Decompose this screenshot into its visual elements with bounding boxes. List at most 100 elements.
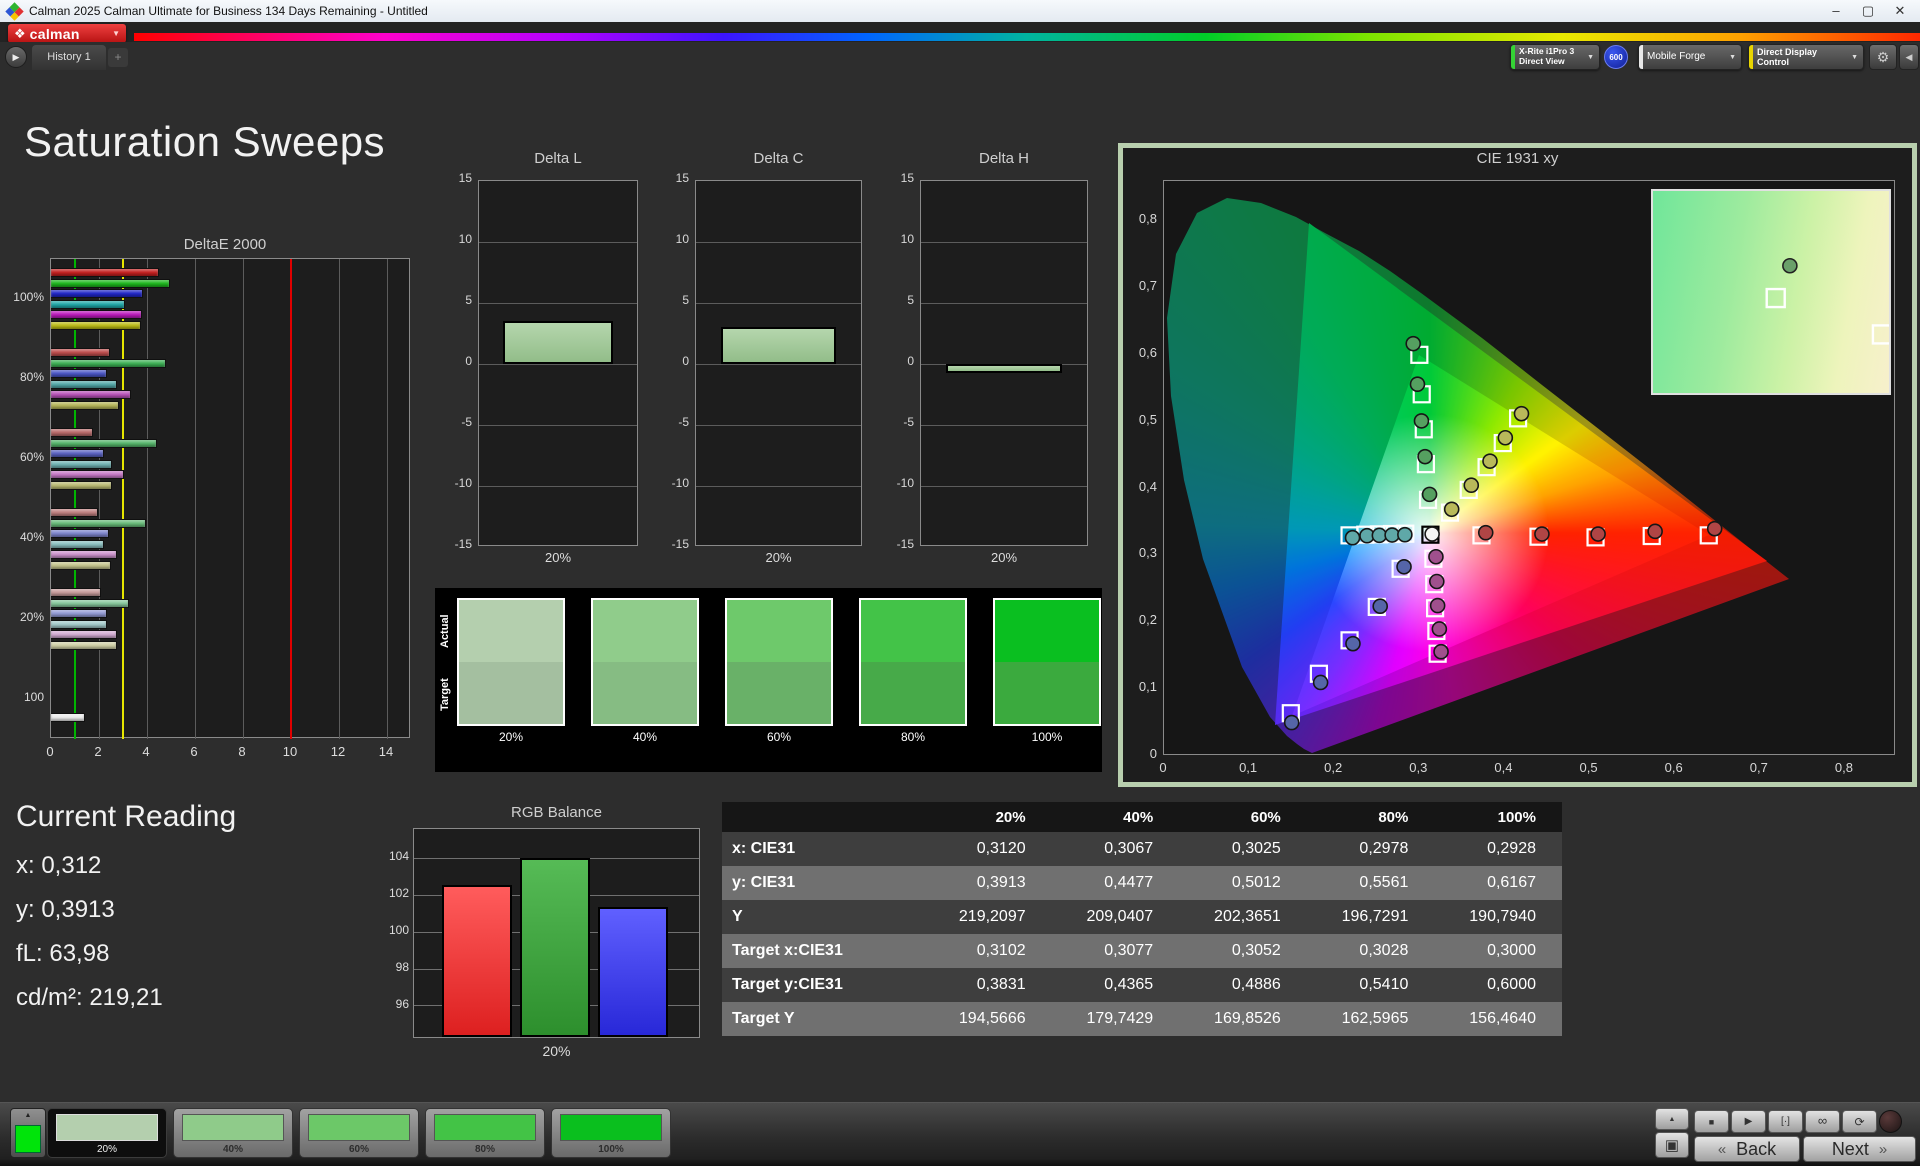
swatch-target bbox=[459, 662, 563, 724]
calman-menu-button[interactable]: ❖ calman ▼ bbox=[8, 24, 126, 43]
pattern-thumbnail-60%[interactable]: 60% bbox=[299, 1108, 419, 1158]
display-control-label: Direct Display Control bbox=[1757, 46, 1818, 67]
table-row: Y 219,2097 209,0407 202,3651 196,7291 190,794… bbox=[722, 900, 1562, 934]
stop-button[interactable]: ■ bbox=[1694, 1110, 1729, 1133]
cie-measured-point bbox=[1482, 453, 1498, 469]
cie-y-tick: 0,7 bbox=[1138, 277, 1157, 293]
play-button[interactable]: ▶ bbox=[1731, 1110, 1766, 1133]
table-row: Target Y 194,5666 179,7429 169,8526 162,5965… bbox=[722, 1002, 1562, 1036]
chevron-down-icon: ▼ bbox=[1851, 53, 1858, 61]
table-cell: 179,7429 bbox=[1051, 1002, 1180, 1036]
thumbnail-label: 60% bbox=[348, 1144, 369, 1155]
tab-list-button[interactable]: ▶ bbox=[5, 46, 27, 68]
deltae-bar bbox=[51, 320, 141, 330]
deltae-gridline bbox=[386, 259, 388, 739]
cie-y-tick: 0,5 bbox=[1138, 411, 1157, 427]
deltae-bar bbox=[51, 713, 85, 722]
pattern-window-button[interactable]: ▲ bbox=[10, 1108, 46, 1158]
delta_l-bar bbox=[502, 321, 614, 364]
source-dropdown[interactable]: Mobile Forge ▼ bbox=[1638, 44, 1742, 70]
collapse-panel-button[interactable]: ◀ bbox=[1899, 44, 1919, 70]
cie-y-tick: 0,6 bbox=[1138, 344, 1157, 360]
thumbnail-label: 80% bbox=[474, 1144, 495, 1155]
marker-button[interactable]: [·] bbox=[1768, 1110, 1803, 1133]
current-reading-title: Current Reading bbox=[16, 800, 237, 833]
deltae-y-tick: 60% bbox=[19, 450, 44, 464]
swatch-target bbox=[995, 662, 1099, 724]
pattern-window-toggle-button[interactable]: ▣ bbox=[1655, 1132, 1689, 1158]
back-button[interactable]: « Back bbox=[1694, 1136, 1800, 1162]
transport-column: ▲ ▣ bbox=[1655, 1108, 1689, 1158]
rgb-y-tick: 98 bbox=[395, 960, 409, 974]
swatch-label: 100% bbox=[1031, 730, 1063, 744]
calman-app-window: Calman 2025 Calman Ultimate for Business… bbox=[0, 0, 1920, 1166]
table-cell: 156,4640 bbox=[1434, 1002, 1562, 1036]
cie-y-tick: 0,4 bbox=[1138, 478, 1157, 494]
delta_l-y-tick: 15 bbox=[458, 171, 472, 185]
rgb-y-tick: 100 bbox=[388, 923, 409, 938]
target-label: Target bbox=[439, 678, 451, 712]
meter-name: X-Rite i1Pro 3 bbox=[1519, 46, 1575, 57]
close-button[interactable]: ✕ bbox=[1884, 0, 1916, 22]
add-tab-button[interactable]: + bbox=[108, 48, 128, 67]
table-column-header: 100% bbox=[1434, 802, 1562, 832]
source-label: Mobile Forge bbox=[1647, 51, 1706, 63]
deltae-x-tick: 6 bbox=[190, 744, 198, 759]
cie-measured-point bbox=[1433, 643, 1449, 660]
delta_l-y-tick: 5 bbox=[465, 293, 472, 307]
meter-dropdown[interactable]: X-Rite i1Pro 3 Direct View ▼ bbox=[1510, 44, 1600, 70]
expand-transport-button[interactable]: ▲ bbox=[1655, 1108, 1689, 1130]
delta_c-title: Delta C bbox=[753, 150, 804, 167]
delta_l-y-tick: -5 bbox=[461, 415, 472, 429]
cie-y-tick: 0,2 bbox=[1138, 612, 1157, 628]
rgb-balance-title: RGB Balance bbox=[511, 804, 602, 821]
deltae-y-tick: 100 bbox=[23, 690, 44, 704]
deltae-bar bbox=[51, 428, 93, 437]
table-cell: 0,3028 bbox=[1306, 934, 1435, 968]
actual-label: Actual bbox=[439, 614, 451, 648]
cie-measured-point bbox=[1371, 527, 1388, 544]
dl-gridline bbox=[479, 485, 637, 487]
table-cell: 0,3052 bbox=[1179, 934, 1307, 968]
cie-y-tick: 0,1 bbox=[1138, 679, 1157, 695]
thumbnail-label: 20% bbox=[96, 1144, 117, 1155]
pattern-thumbnail-80%[interactable]: 80% bbox=[425, 1108, 545, 1158]
thumbnail-label: 40% bbox=[222, 1144, 243, 1155]
table-cell: 169,8526 bbox=[1179, 1002, 1307, 1036]
maximize-button[interactable]: ▢ bbox=[1852, 0, 1884, 22]
swatch-target bbox=[861, 662, 965, 724]
tab-history-1[interactable]: History 1 bbox=[32, 45, 106, 70]
pattern-thumbnail-100%[interactable]: 100% bbox=[551, 1108, 671, 1158]
deltae-bar bbox=[51, 459, 113, 469]
minimize-button[interactable]: – bbox=[1820, 0, 1852, 22]
thumbnail-label: 100% bbox=[598, 1144, 624, 1155]
delta_c-bar bbox=[720, 327, 837, 364]
deltae-bar bbox=[51, 299, 126, 309]
table-row: x: CIE31 0,3120 0,3067 0,3025 0,2978 0,2928 bbox=[722, 832, 1562, 866]
pattern-thumbnail-40%[interactable]: 40% bbox=[173, 1108, 293, 1158]
table-row: Target y:CIE31 0,3831 0,4365 0,4886 0,5410 0,… bbox=[722, 968, 1562, 1002]
cie-measured-point bbox=[1396, 558, 1412, 575]
reading-line: fL: 63,98 bbox=[16, 940, 110, 967]
deltae-x-tick: 8 bbox=[238, 744, 246, 759]
cie-measured-point bbox=[1534, 526, 1550, 542]
cie-x-tick: 0,5 bbox=[1579, 760, 1598, 775]
cie-measured-point bbox=[1345, 635, 1361, 652]
refresh-button[interactable]: ⟳ bbox=[1842, 1110, 1877, 1133]
settings-gear-button[interactable]: ⚙ bbox=[1869, 44, 1897, 70]
next-button[interactable]: Next » bbox=[1803, 1136, 1916, 1162]
deltae-x-tick: 4 bbox=[142, 744, 150, 759]
cie-measured-point bbox=[1397, 526, 1413, 543]
deltae-bar bbox=[51, 529, 109, 538]
pattern-thumbnail-20%[interactable]: 20% bbox=[47, 1108, 167, 1158]
meter-badge[interactable]: 600 bbox=[1604, 45, 1628, 69]
deltae-bar bbox=[51, 619, 108, 629]
table-row: y: CIE31 0,3913 0,4477 0,5012 0,5561 0,6167 bbox=[722, 866, 1562, 900]
continuous-read-button[interactable]: ∞ bbox=[1805, 1110, 1840, 1133]
delta_c-chart bbox=[695, 180, 862, 546]
table-column-header: 40% bbox=[1051, 802, 1180, 832]
display-control-dropdown[interactable]: Direct Display Control ▼ bbox=[1748, 44, 1864, 70]
meter-mode: Direct View bbox=[1519, 56, 1565, 66]
deltae-x-tick: 0 bbox=[46, 744, 54, 759]
table-row-label: Target x:CIE31 bbox=[722, 934, 925, 968]
